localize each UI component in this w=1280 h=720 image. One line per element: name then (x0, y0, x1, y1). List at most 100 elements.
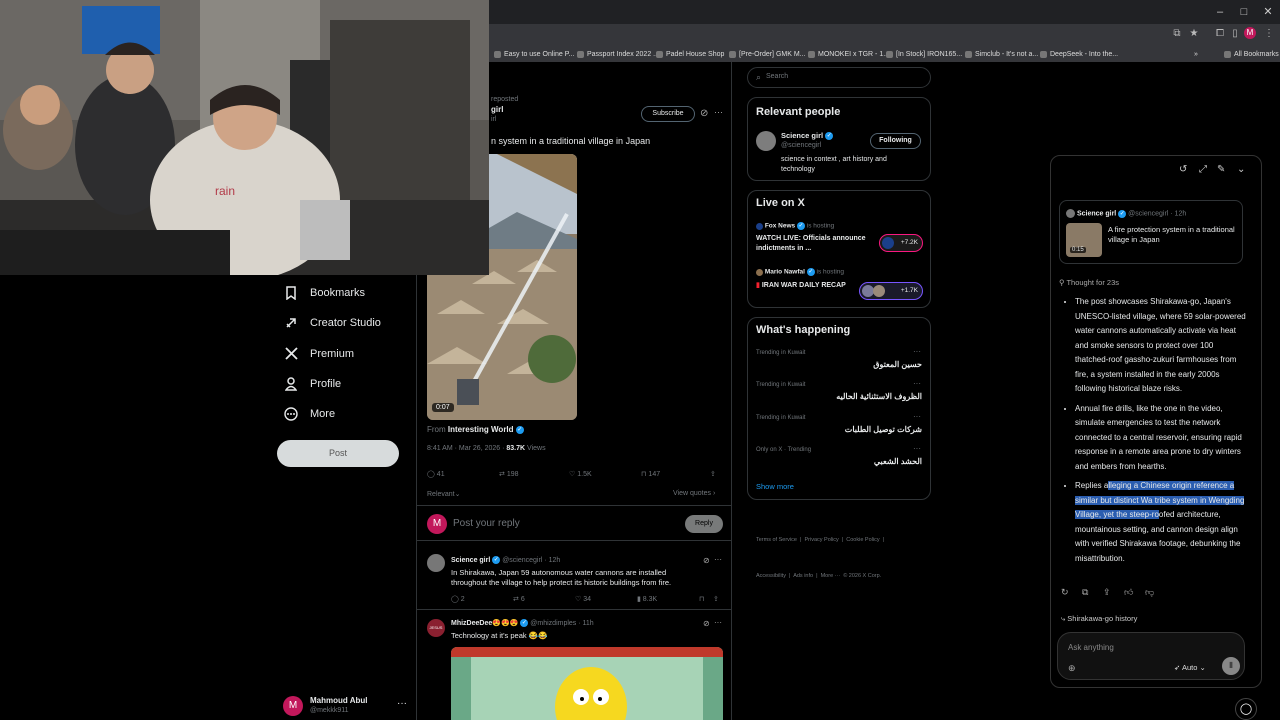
grok-icon[interactable]: ⊘ (700, 108, 708, 119)
new-chat-icon[interactable]: ✎ (1217, 164, 1225, 175)
more-dots-icon[interactable]: ··· (714, 555, 722, 564)
like-action[interactable]: ♡ 34 (575, 595, 591, 603)
chevron-down-icon[interactable]: ⌄ (1237, 164, 1245, 175)
bookmark-action[interactable]: ⊓ 147 (641, 470, 660, 478)
live-title[interactable]: ▮ IRAN WAR DAILY RECAP (756, 281, 856, 291)
post-button[interactable]: Post (277, 440, 399, 467)
reply-button[interactable]: Reply (685, 515, 723, 533)
view-quotes-link[interactable]: View quotes › (673, 490, 715, 497)
bookmark-item[interactable]: Easy to use Online P... (494, 48, 574, 60)
avatar[interactable]: JESUS (427, 619, 445, 637)
history-icon[interactable]: ↺ (1179, 164, 1187, 175)
avatar[interactable] (427, 554, 445, 572)
bookmark-item[interactable]: Simclub - It's not a... (965, 48, 1038, 60)
menu-icon[interactable]: ⋮ (1262, 27, 1276, 41)
sidebar-icon[interactable]: ▯ (1228, 27, 1242, 41)
more-dots-icon[interactable]: ··· (714, 618, 722, 627)
show-more-link[interactable]: Show more (756, 482, 794, 491)
thought-summary[interactable]: ⚲ Thought for 23s (1059, 278, 1119, 287)
list-item[interactable]: Science girl ✓ @sciencegirl · 12h ⊘ ··· … (417, 542, 731, 610)
regenerate-icon[interactable]: ↻ (1061, 587, 1069, 598)
messages-icon[interactable]: ◯ (1235, 698, 1257, 720)
author-name[interactable]: MhizDeeDee😍😍😍 (451, 620, 518, 627)
cast-icon[interactable]: ⧉ (1170, 27, 1184, 41)
from-account[interactable]: Interesting World (448, 425, 514, 434)
footer-links[interactable]: Terms of Service | Privacy Policy | Cook… (756, 510, 884, 594)
share-icon[interactable]: ⇪ (1103, 587, 1111, 598)
repost-action[interactable]: ⇄ 198 (499, 470, 519, 478)
bookmark-item[interactable]: [In Stock] IRON165... (886, 48, 962, 60)
reply-action[interactable]: ◯ 2 (451, 595, 465, 603)
more-dots-icon[interactable]: ··· (913, 347, 921, 356)
list-item[interactable]: JESUS MhizDeeDee😍😍😍 ✓ @mhizdimples · 11h… (417, 611, 731, 720)
suggestion-chip[interactable]: ⤷ Shirakawa-go history (1061, 614, 1137, 624)
copy-icon[interactable]: ⧉ (1082, 587, 1088, 598)
mode-select[interactable]: ➶ Auto ⌄ (1174, 663, 1206, 672)
views-action[interactable]: ▮ 8.3K (637, 595, 657, 603)
subscribe-button[interactable]: Subscribe (641, 106, 695, 122)
live-title[interactable]: WATCH LIVE: Officials announce indictmen… (756, 234, 872, 254)
more-dots-icon[interactable]: ··· (714, 107, 723, 117)
grok-icon[interactable]: ⊘ (703, 556, 710, 565)
thumbs-up-icon[interactable]: 👍︎ (1124, 587, 1133, 598)
expand-icon[interactable]: ⤢ (1199, 164, 1207, 175)
minimize-icon[interactable]: – (1212, 4, 1228, 20)
person-name[interactable]: Science girl (781, 131, 823, 140)
trend-item[interactable]: Trending in Kuwait ··· شركات توصيل الطلب… (748, 411, 930, 443)
quoted-post[interactable]: Science girl ✓ @sciencegirl · 12h 0:15 A… (1059, 200, 1243, 264)
all-bookmarks[interactable]: All Bookmarks (1224, 48, 1279, 60)
nav-item-more[interactable]: More (284, 403, 335, 425)
repost-action[interactable]: ⇄ 6 (513, 595, 525, 603)
bookmarks-overflow-icon[interactable]: » (1194, 48, 1198, 60)
following-button[interactable]: Following (870, 133, 921, 149)
host-name[interactable]: Fox News (765, 223, 795, 230)
bookmark-item[interactable]: DeepSeek - Into the... (1040, 48, 1118, 60)
live-listeners[interactable]: +7.2K (879, 234, 923, 252)
more-circle-icon (284, 407, 298, 421)
more-dots-icon[interactable]: ··· (913, 444, 921, 453)
close-icon[interactable]: ✕ (1260, 4, 1276, 20)
share-icon[interactable]: ⇪ (710, 470, 716, 478)
author-name[interactable]: girl (491, 105, 503, 114)
like-action[interactable]: ♡ 1.5K (569, 470, 592, 478)
nav-item-creator-studio[interactable]: Creator Studio (284, 312, 381, 334)
attach-icon[interactable]: ⊕ (1068, 663, 1076, 674)
bookmark-item[interactable]: Passport Index 2022 ... (577, 48, 659, 60)
thumbs-down-icon[interactable]: 👎︎ (1145, 587, 1154, 598)
reply-input[interactable]: Post your reply (453, 518, 520, 529)
nav-item-profile[interactable]: Profile (284, 373, 341, 395)
bookmark-item[interactable]: Padel House Shop (656, 48, 724, 60)
ask-input[interactable]: Ask anything (1068, 643, 1114, 652)
grok-icon[interactable]: ⊘ (703, 619, 710, 628)
search-input[interactable]: ⌕ Search (747, 67, 931, 88)
bookmark-icon[interactable]: ⊓ (699, 595, 704, 603)
more-dots-icon[interactable]: ··· (913, 379, 921, 388)
grok-input[interactable]: Ask anything ⊕ ➶ Auto ⌄ ⦀ (1057, 632, 1245, 680)
avatar[interactable] (756, 131, 776, 151)
reply-icon: ◯ (427, 471, 435, 478)
trend-item[interactable]: Trending in Kuwait ··· الظروف الاستثنائي… (748, 378, 930, 410)
nav-item-premium[interactable]: Premium (284, 343, 354, 365)
trend-item[interactable]: Trending in Kuwait ··· حسين المعتوق (748, 346, 930, 378)
voice-icon[interactable]: ⦀ (1222, 657, 1240, 675)
profile-avatar[interactable]: M (1244, 27, 1256, 39)
reply-media[interactable] (451, 647, 723, 720)
author-name[interactable]: Science girl (451, 557, 490, 564)
bookmark-item[interactable]: MONOKEI x TGR - 1... (808, 48, 889, 60)
live-listeners[interactable]: +1.7K (859, 282, 923, 300)
reply-action[interactable]: ◯ 41 (427, 470, 445, 478)
nav-item-bookmarks[interactable]: Bookmarks (284, 282, 365, 304)
favicon-icon (656, 50, 663, 58)
trend-item[interactable]: Only on X · Trending ··· الحشد الشعبي (748, 443, 930, 475)
share-icon[interactable]: ⇪ (713, 595, 719, 603)
relevant-sort[interactable]: Relevant⌄ (427, 490, 461, 498)
maximize-icon[interactable]: □ (1236, 4, 1252, 20)
host-name[interactable]: Mario Nawfal (765, 269, 805, 276)
account-switcher[interactable]: M Mahmoud Abul @mekkk911 ··· (283, 694, 409, 718)
bookmark-item[interactable]: [Pre-Order] GMK M... (729, 48, 806, 60)
more-dots-icon[interactable]: ··· (913, 412, 921, 421)
star-icon[interactable]: ★ (1187, 27, 1201, 41)
more-dots-icon[interactable]: ··· (397, 698, 407, 709)
bookmark-icon (284, 286, 298, 301)
extensions-icon[interactable]: ⧠ (1213, 27, 1227, 41)
